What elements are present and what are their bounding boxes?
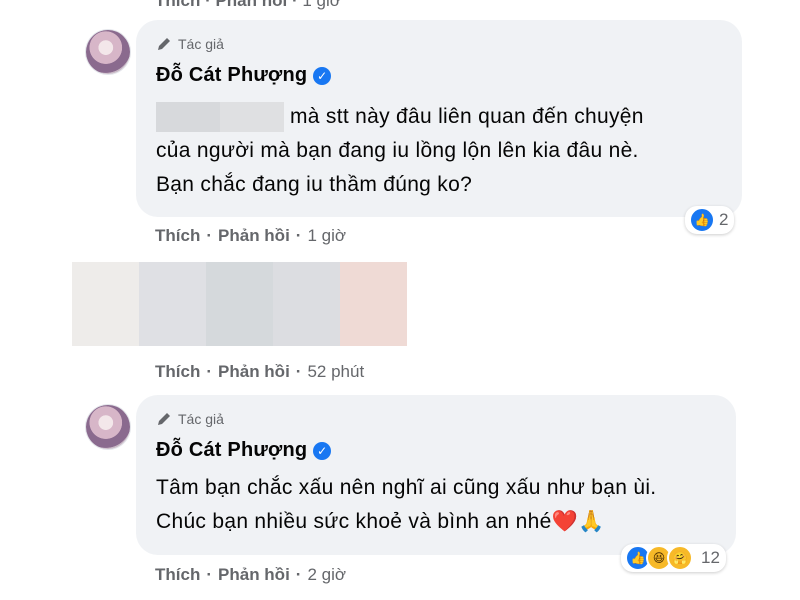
commenter-name[interactable]: Đỗ Cát Phượng ✓ — [156, 64, 332, 87]
blurred-comment — [72, 262, 407, 346]
redacted-mention — [156, 102, 284, 133]
separator: · — [295, 362, 302, 381]
reply-action[interactable]: Phản hồi — [218, 226, 290, 246]
separator: · — [206, 565, 213, 584]
reaction-count: 2 — [719, 210, 729, 229]
reaction-summary[interactable]: 👍 😆 🤗 12 — [621, 544, 726, 572]
verified-badge-icon: ✓ — [313, 66, 332, 85]
comment-actions: Thích · Phản hồi · 1 giờ — [155, 226, 346, 246]
separator: · — [295, 565, 302, 584]
avatar[interactable] — [86, 30, 130, 74]
separator: · — [295, 226, 302, 245]
reaction-count: 12 — [701, 548, 720, 567]
commenter-name[interactable]: Đỗ Cát Phượng ✓ — [156, 439, 332, 462]
pencil-icon — [158, 413, 170, 425]
comment-text: Tâm bạn chắc xấu nên nghĩ ai cũng xấu nh… — [156, 471, 726, 539]
avatar[interactable] — [86, 405, 130, 449]
comment-line: Bạn chắc đang iu thầm đúng ko? — [156, 173, 473, 196]
comment-time[interactable]: 1 giờ — [302, 0, 341, 10]
comment-time[interactable]: 2 giờ — [307, 565, 346, 585]
comment-bubble: Tác giả Đỗ Cát Phượng ✓ Tâm bạn chắc xấu… — [136, 395, 736, 555]
reaction-summary[interactable]: 👍 2 — [685, 206, 735, 234]
comment-line: mà stt này đâu liên quan đến chuyện — [290, 105, 644, 128]
separator: · — [206, 226, 213, 245]
like-action[interactable]: Thích — [155, 362, 200, 382]
like-action[interactable]: Thích — [155, 565, 200, 585]
comment-line: Chúc bạn nhiều sức khoẻ và bình an nhé❤️… — [156, 510, 605, 533]
care-reaction-icon: 🤗 — [667, 545, 693, 571]
comment-text: mà stt này đâu liên quan đến chuyện của … — [156, 100, 736, 202]
author-tag-label: Tác giả — [178, 36, 224, 52]
comment-line: Tâm bạn chắc xấu nên nghĩ ai cũng xấu nh… — [156, 476, 657, 499]
top-comment-actions: Thích · Phản hồi · 1 giờ — [155, 0, 341, 11]
author-tag: Tác giả — [156, 411, 224, 427]
author-tag: Tác giả — [156, 36, 224, 52]
author-tag-label: Tác giả — [178, 411, 224, 427]
commenter-name-text[interactable]: Đỗ Cát Phượng — [156, 64, 307, 87]
comment-time[interactable]: 52 phút — [307, 362, 364, 382]
commenter-name-text[interactable]: Đỗ Cát Phượng — [156, 439, 307, 462]
verified-badge-icon: ✓ — [313, 441, 332, 460]
reply-action[interactable]: Phản hồi — [218, 565, 290, 585]
comment-bubble: Tác giả Đỗ Cát Phượng ✓ mà stt này đâu l… — [136, 20, 742, 217]
like-reaction-icon: 👍 — [689, 207, 715, 233]
comment-line: của người mà bạn đang iu lồng lộn lên ki… — [156, 139, 639, 162]
separator: · — [206, 362, 213, 381]
comment-actions: Thích · Phản hồi · 52 phút — [155, 362, 364, 382]
like-action[interactable]: Thích — [155, 226, 200, 246]
comment-time[interactable]: 1 giờ — [307, 226, 346, 246]
reply-action[interactable]: Phản hồi — [218, 362, 290, 382]
reply-action[interactable]: Phản hồi — [215, 0, 287, 10]
pencil-icon — [158, 38, 170, 50]
like-action[interactable]: Thích — [155, 0, 200, 10]
comment-actions: Thích · Phản hồi · 2 giờ — [155, 565, 346, 585]
